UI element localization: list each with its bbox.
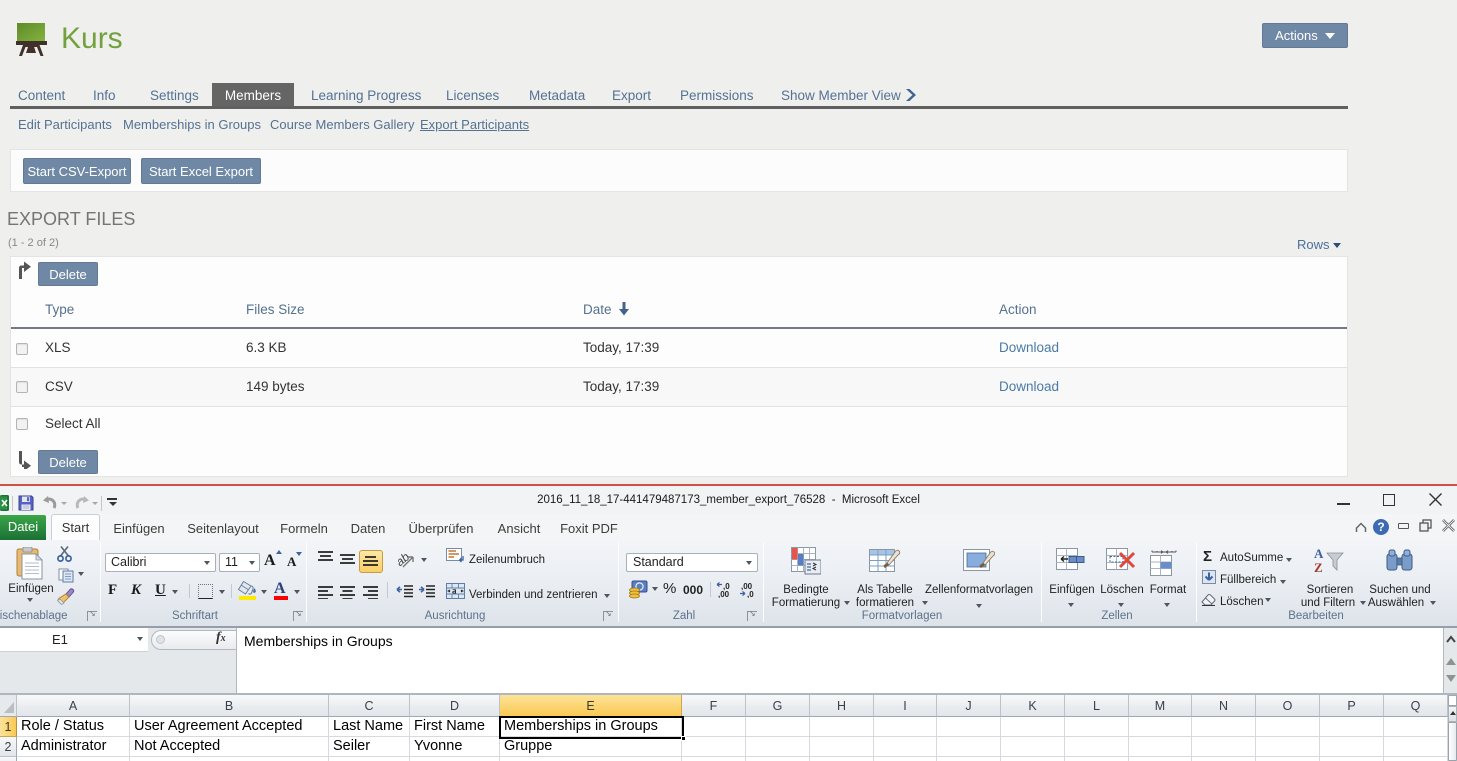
svg-text:Z: Z <box>1314 560 1323 575</box>
svg-text:,00: ,00 <box>718 590 730 598</box>
svg-text:a: a <box>452 586 457 596</box>
svg-text:,0: ,0 <box>747 590 754 598</box>
svg-text:A: A <box>1314 546 1324 561</box>
